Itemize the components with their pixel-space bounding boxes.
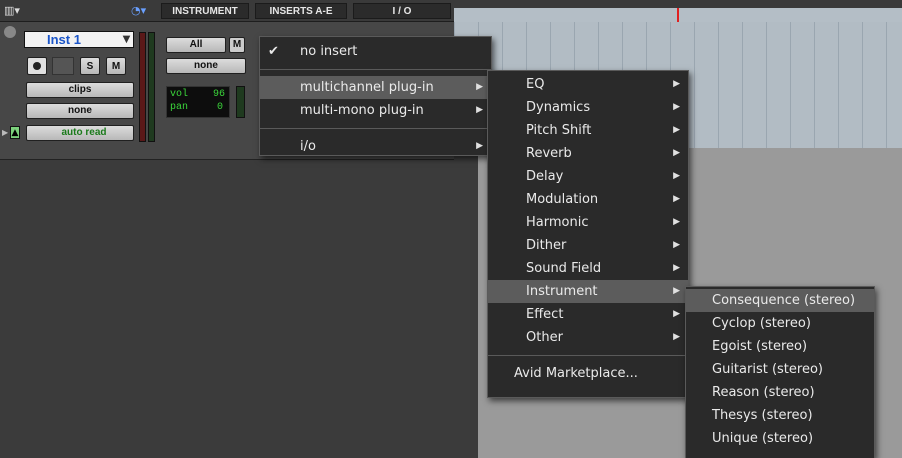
menu-item-io[interactable]: i/o ▶ xyxy=(260,135,491,158)
menu-item-avid-marketplace[interactable]: Avid Marketplace... xyxy=(488,362,688,385)
midi-meter xyxy=(236,86,245,118)
column-header-instrument[interactable]: INSTRUMENT xyxy=(161,3,249,19)
submenu-arrow-icon: ▶ xyxy=(673,194,680,204)
automation-mode-selector[interactable]: auto read xyxy=(26,125,134,141)
menu-item-consequence[interactable]: Consequence (stereo) xyxy=(686,289,874,312)
menu-item-multichannel-plugin[interactable]: multichannel plug-in ▶ xyxy=(260,76,491,99)
mute-button[interactable]: M xyxy=(106,57,126,75)
menu-item-unique[interactable]: Unique (stereo) xyxy=(686,427,874,450)
menu-item-reason[interactable]: Reason (stereo) xyxy=(686,381,874,404)
menu-item-no-insert[interactable]: ✔ no insert xyxy=(260,40,491,63)
menu-item-instrument[interactable]: Instrument ▶ xyxy=(488,280,688,303)
menu-item-guitarist[interactable]: Guitarist (stereo) xyxy=(686,358,874,381)
automation-icon: ▲ xyxy=(10,126,20,139)
submenu-arrow-icon: ▶ xyxy=(673,148,680,158)
menu-item-modulation[interactable]: Modulation ▶ xyxy=(488,188,688,211)
insert-menu: ✔ no insert multichannel plug-in ▶ multi… xyxy=(259,36,492,156)
menu-item-dither[interactable]: Dither ▶ xyxy=(488,234,688,257)
submenu-arrow-icon: ▶ xyxy=(673,240,680,250)
midi-mute-button[interactable]: M xyxy=(229,37,245,53)
submenu-arrow-icon: ▶ xyxy=(673,332,680,342)
submenu-arrow-icon: ▶ xyxy=(673,309,680,319)
submenu-arrow-icon: ▶ xyxy=(673,217,680,227)
track-select-dot[interactable] xyxy=(4,26,16,38)
submenu-arrow-icon: ▶ xyxy=(476,82,483,92)
submenu-arrow-icon: ▶ xyxy=(673,79,680,89)
column-header-inserts[interactable]: INSERTS A-E xyxy=(255,3,347,19)
midi-output-selector[interactable]: none xyxy=(166,58,246,74)
playhead-marker xyxy=(677,8,679,22)
menu-item-delay[interactable]: Delay ▶ xyxy=(488,165,688,188)
menu-item-harmonic[interactable]: Harmonic ▶ xyxy=(488,211,688,234)
menu-item-eq[interactable]: EQ ▶ xyxy=(488,73,688,96)
menu-item-dynamics[interactable]: Dynamics ▶ xyxy=(488,96,688,119)
menu-item-cyclop[interactable]: Cyclop (stereo) xyxy=(686,312,874,335)
vol-label: vol xyxy=(170,89,189,100)
instrument-plugin-menu: Consequence (stereo) Cyclop (stereo) Ego… xyxy=(685,286,875,458)
empty-track-area xyxy=(0,160,478,458)
input-monitor-button[interactable] xyxy=(52,57,74,75)
menu-item-other[interactable]: Other ▶ xyxy=(488,326,688,349)
playlist-selector[interactable]: clips xyxy=(26,82,134,98)
submenu-arrow-icon: ▶ xyxy=(673,263,680,273)
checkmark-icon: ✔ xyxy=(268,44,279,59)
pan-label: pan xyxy=(170,102,189,113)
submenu-arrow-icon: ▶ xyxy=(476,141,483,151)
vol-value: 96 xyxy=(212,89,225,100)
track-name-field[interactable]: Inst 1 xyxy=(24,31,134,48)
level-meter-right xyxy=(148,32,155,142)
record-arm-button[interactable] xyxy=(27,57,47,75)
group-selector[interactable]: none xyxy=(26,103,134,119)
level-meter-left xyxy=(139,32,146,142)
submenu-arrow-icon: ▶ xyxy=(673,286,680,296)
clock-icon[interactable]: ◔▾ xyxy=(131,4,157,18)
midi-input-selector[interactable]: All xyxy=(166,37,226,53)
column-header-io[interactable]: I / O xyxy=(353,3,451,19)
menu-item-sound-field[interactable]: Sound Field ▶ xyxy=(488,257,688,280)
pan-value: 0 xyxy=(216,102,223,113)
submenu-arrow-icon: ▶ xyxy=(673,171,680,181)
menu-item-multimono-plugin[interactable]: multi-mono plug-in ▶ xyxy=(260,99,491,122)
expand-track-icon[interactable]: ▶ xyxy=(2,128,10,138)
submenu-arrow-icon: ▶ xyxy=(476,105,483,115)
menu-item-pitch-shift[interactable]: Pitch Shift ▶ xyxy=(488,119,688,142)
vol-pan-display[interactable]: vol 96 pan 0 xyxy=(166,86,230,118)
menu-item-effect[interactable]: Effect ▶ xyxy=(488,303,688,326)
solo-button[interactable]: S xyxy=(80,57,100,75)
menu-item-egoist[interactable]: Egoist (stereo) xyxy=(686,335,874,358)
menu-item-thesys[interactable]: Thesys (stereo) xyxy=(686,404,874,427)
columns-icon[interactable]: ▥▾ xyxy=(4,4,30,18)
menu-item-reverb[interactable]: Reverb ▶ xyxy=(488,142,688,165)
plugin-category-menu: EQ ▶ Dynamics ▶ Pitch Shift ▶ Reverb ▶ Delay… xyxy=(487,70,689,398)
track-name-dropdown-icon[interactable]: ▼ xyxy=(119,31,134,48)
submenu-arrow-icon: ▶ xyxy=(673,102,680,112)
submenu-arrow-icon: ▶ xyxy=(673,125,680,135)
